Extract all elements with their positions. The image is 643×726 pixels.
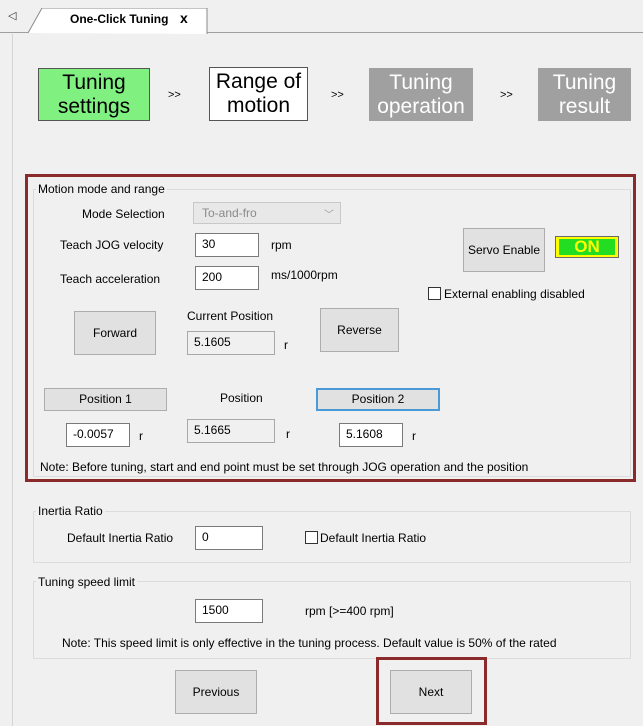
- step-range-of-motion: Range of motion: [209, 67, 308, 121]
- external-enabling-label: External enabling disabled: [444, 287, 585, 301]
- acceleration-input[interactable]: 200: [195, 266, 259, 290]
- forward-button[interactable]: Forward: [74, 311, 156, 355]
- previous-button[interactable]: Previous: [175, 670, 257, 714]
- tab-scroll-left-icon[interactable]: ◁: [8, 9, 16, 22]
- current-position-label: Current Position: [187, 309, 274, 323]
- motion-group-title: Motion mode and range: [36, 182, 167, 196]
- jog-velocity-unit: rpm: [271, 238, 292, 252]
- step-separator: >>: [500, 89, 513, 101]
- motion-note: Note: Before tuning, start and end point…: [40, 460, 529, 474]
- servo-enable-button[interactable]: Servo Enable: [463, 228, 545, 272]
- position-1-input[interactable]: -0.0057: [66, 423, 130, 447]
- step-tuning-result: Tuning result: [538, 68, 631, 121]
- position-2-input[interactable]: 5.1608: [339, 423, 403, 447]
- speed-limit-input[interactable]: 1500: [195, 599, 263, 623]
- external-enabling-checkbox[interactable]: [428, 287, 441, 300]
- next-button[interactable]: Next: [390, 670, 472, 714]
- step-tuning-settings: Tuning settings: [38, 68, 150, 121]
- step-separator: >>: [168, 89, 181, 101]
- servo-status-indicator: ON: [555, 236, 619, 258]
- chevron-down-icon: ﹀: [324, 210, 334, 221]
- acceleration-label: Teach acceleration: [60, 272, 161, 286]
- default-inertia-checkbox[interactable]: [305, 531, 318, 544]
- default-inertia-label: Default Inertia Ratio: [67, 531, 174, 545]
- tab-one-click-tuning[interactable]: One-Click Tuning x: [28, 8, 208, 34]
- default-inertia-checkbox-label: Default Inertia Ratio: [320, 531, 427, 545]
- mode-selection-value: To-and-fro: [202, 206, 257, 220]
- tab-close-icon[interactable]: x: [180, 11, 188, 25]
- current-position-unit: r: [284, 338, 288, 352]
- position-label: Position: [220, 391, 263, 405]
- acceleration-unit: ms/1000rpm: [271, 268, 338, 282]
- jog-velocity-input[interactable]: 30: [195, 233, 259, 257]
- servo-status-text: ON: [559, 238, 615, 255]
- position-2-unit: r: [412, 429, 416, 443]
- step-separator: >>: [331, 89, 344, 101]
- speed-limit-note: Note: This speed limit is only effective…: [62, 636, 557, 650]
- reverse-button[interactable]: Reverse: [320, 308, 399, 352]
- mode-selection-label: Mode Selection: [82, 207, 165, 221]
- position-1-button[interactable]: Position 1: [44, 388, 167, 411]
- mode-selection-dropdown[interactable]: To-and-fro ﹀: [193, 202, 341, 224]
- speed-limit-group-title: Tuning speed limit: [36, 575, 137, 589]
- position-1-unit: r: [139, 429, 143, 443]
- inertia-group-title: Inertia Ratio: [36, 504, 105, 518]
- position-2-button[interactable]: Position 2: [316, 388, 440, 411]
- speed-limit-unit: rpm [>=400 rpm]: [305, 604, 394, 618]
- jog-velocity-label: Teach JOG velocity: [60, 238, 164, 252]
- position-unit: r: [286, 427, 290, 441]
- tab-strip: ◁ One-Click Tuning x: [0, 0, 643, 34]
- tab-title: One-Click Tuning: [70, 12, 169, 26]
- position-value: 5.1665: [187, 419, 275, 443]
- default-inertia-input[interactable]: 0: [195, 526, 263, 550]
- step-tuning-operation: Tuning operation: [369, 68, 473, 121]
- current-position-value: 5.1605: [187, 331, 275, 355]
